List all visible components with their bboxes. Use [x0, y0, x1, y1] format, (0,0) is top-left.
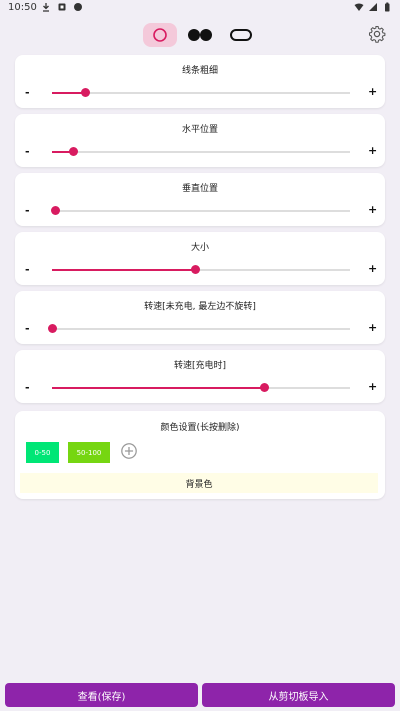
slider-fill [52, 92, 85, 94]
color-chip-50-100[interactable]: 50-100 [68, 442, 110, 463]
color-chip-0-50[interactable]: 0-50 [26, 442, 59, 463]
increase-button[interactable]: + [368, 204, 377, 215]
slider-track[interactable] [52, 88, 350, 97]
slider-track[interactable] [52, 383, 350, 392]
decrease-button[interactable]: - [25, 323, 30, 334]
circle-shape-icon [153, 28, 167, 42]
shape-tab-bar [0, 20, 400, 50]
view-save-button[interactable]: 查看(保存) [5, 683, 198, 707]
import-clipboard-button[interactable]: 从剪切板导入 [202, 683, 395, 707]
slider-title: 垂直位置 [181, 184, 218, 194]
sim-icon [58, 3, 66, 11]
slider-title: 转速[充电时] [173, 361, 227, 371]
increase-button[interactable]: + [368, 86, 377, 97]
slider-card-size: 大小 - + [15, 232, 385, 285]
slider-title: 线条粗细 [181, 66, 218, 76]
slider-fill [52, 269, 196, 271]
status-time: 10:50 [8, 2, 37, 13]
slider-thumb[interactable] [259, 383, 269, 392]
background-color-button[interactable]: 背景色 [20, 473, 378, 493]
dot-icon [74, 3, 82, 11]
pill-shape-icon [230, 29, 252, 41]
decrease-button[interactable]: - [25, 264, 30, 275]
slider-card-line-width: 线条粗细 - + [15, 55, 385, 108]
decrease-button[interactable]: - [25, 205, 30, 216]
increase-button[interactable]: + [368, 263, 377, 274]
slider-title: 大小 [190, 243, 209, 253]
color-settings-card: 颜色设置(长按删除) 0-50 50-100 背景色 [15, 411, 385, 499]
color-settings-title: 颜色设置(长按删除) [160, 423, 240, 433]
download-icon [43, 3, 49, 12]
slider-title: 转速[未充电, 最左边不旋转] [144, 302, 256, 312]
slider-title: 水平位置 [181, 125, 218, 135]
slider-fill [52, 387, 264, 389]
slider-track[interactable] [52, 265, 350, 274]
slider-track[interactable] [52, 147, 350, 156]
tab-pill-shape[interactable] [224, 23, 258, 47]
decrease-button[interactable]: - [25, 382, 30, 393]
battery-icon [385, 2, 390, 12]
slider-thumb[interactable] [50, 206, 60, 215]
dots-shape-icon [188, 29, 212, 41]
wifi-icon [354, 3, 364, 11]
increase-button[interactable]: + [368, 381, 377, 392]
slider-thumb[interactable] [68, 147, 78, 156]
slider-card-speed-uncharged: 转速[未充电, 最左边不旋转] - + [15, 291, 385, 344]
decrease-button[interactable]: - [25, 146, 30, 157]
tab-circle-shape[interactable] [143, 23, 177, 47]
slider-card-horizontal-position: 水平位置 - + [15, 114, 385, 167]
slider-card-vertical-position: 垂直位置 - + [15, 173, 385, 226]
gear-icon[interactable] [368, 25, 386, 43]
status-system-icons [354, 2, 392, 12]
slider-track[interactable] [50, 206, 350, 215]
status-notification-icons [41, 2, 83, 12]
increase-button[interactable]: + [368, 145, 377, 156]
slider-track[interactable] [48, 324, 350, 333]
slider-card-speed-charging: 转速[充电时] - + [15, 350, 385, 403]
increase-button[interactable]: + [368, 322, 377, 333]
slider-thumb[interactable] [80, 88, 90, 97]
signal-icon [369, 3, 377, 11]
decrease-button[interactable]: - [25, 87, 30, 98]
tab-dots-shape[interactable] [184, 23, 216, 47]
add-circle-icon[interactable] [120, 442, 138, 460]
status-bar: 10:50 [0, 0, 400, 16]
slider-thumb[interactable] [48, 324, 57, 333]
slider-thumb[interactable] [191, 265, 201, 274]
